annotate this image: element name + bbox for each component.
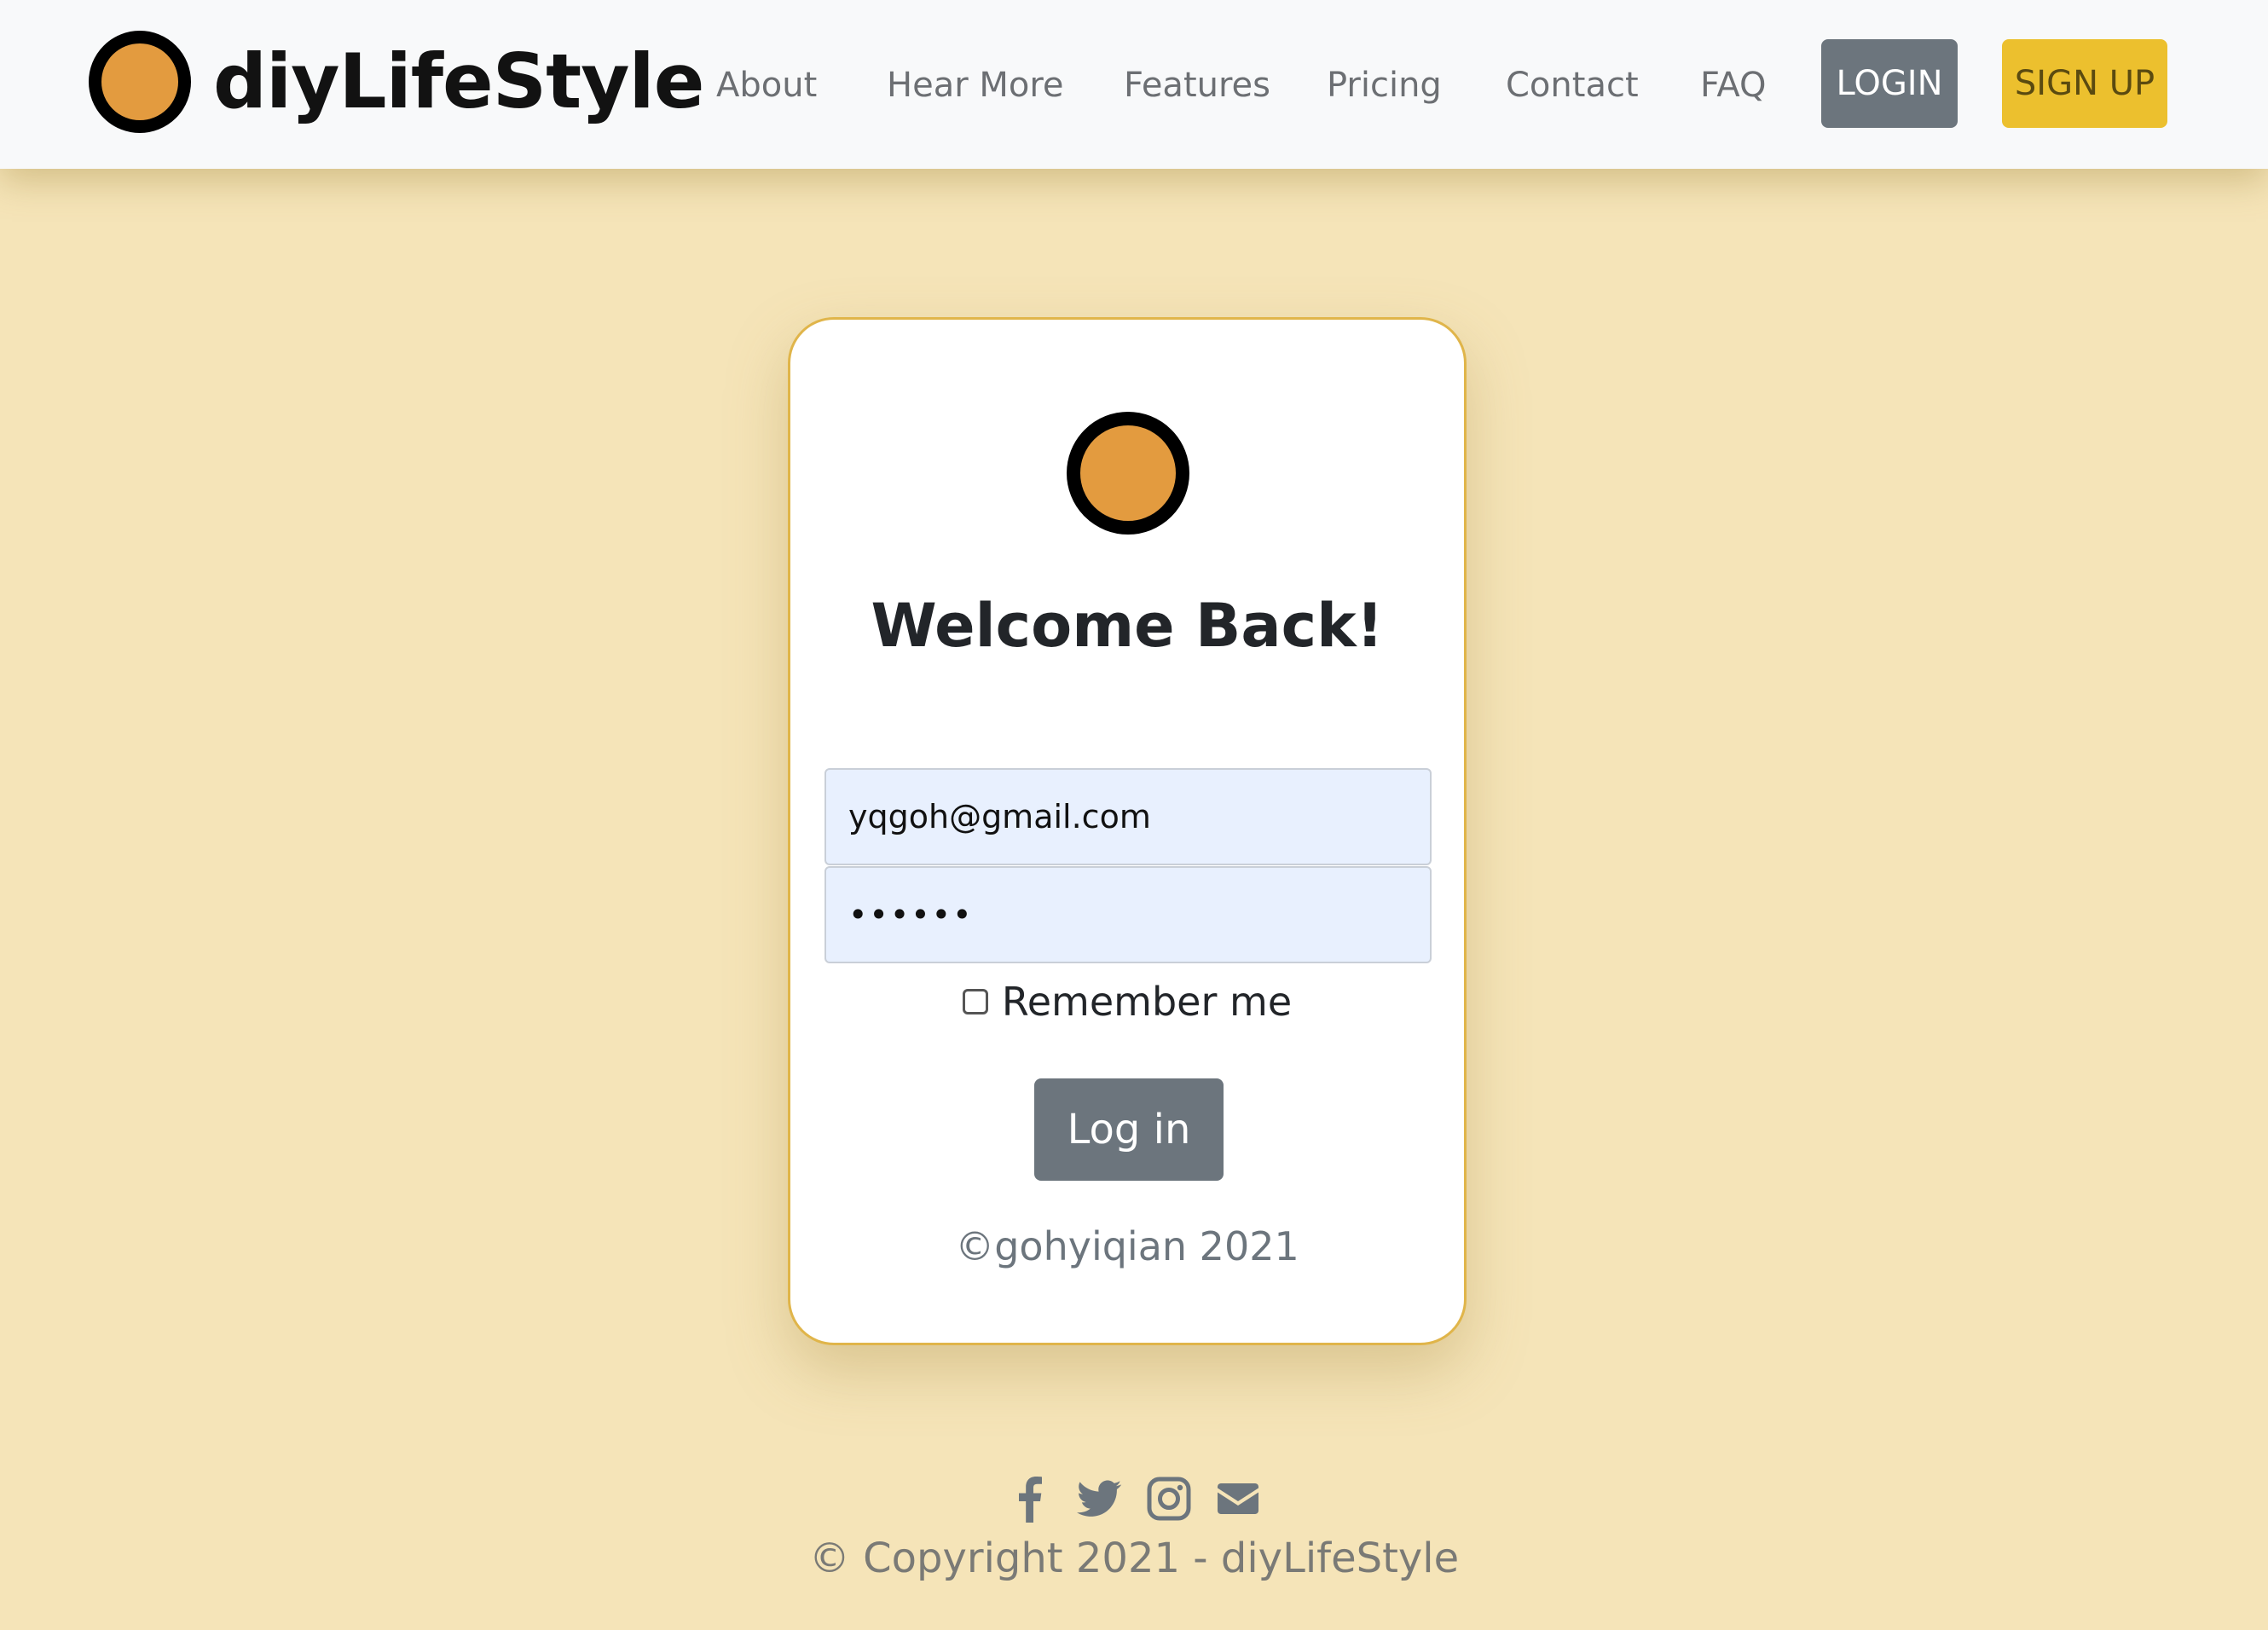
login-title: Welcome Back! — [871, 591, 1384, 661]
nav-pricing[interactable]: Pricing — [1327, 60, 1442, 111]
login-button[interactable]: LOGIN — [1821, 39, 1958, 128]
email-field[interactable]: yqgoh@gmail.com — [824, 768, 1432, 865]
nav-features[interactable]: Features — [1124, 60, 1270, 111]
login-card: Welcome Back! yqgoh@gmail.com •••••• Rem… — [788, 317, 1467, 1345]
nav-contact[interactable]: Contact — [1506, 60, 1639, 111]
brand-link[interactable]: diyLifeStyle — [89, 29, 704, 135]
remember-me-checkbox[interactable] — [962, 989, 988, 1014]
social-links — [1006, 1473, 1262, 1524]
envelope-icon[interactable] — [1214, 1475, 1262, 1523]
remember-me-label[interactable]: Remember me — [1002, 979, 1292, 1025]
card-logo-icon — [1067, 412, 1189, 535]
log-in-button[interactable]: Log in — [1034, 1078, 1224, 1181]
email-value: yqgoh@gmail.com — [848, 798, 1151, 835]
nav-about[interactable]: About — [716, 60, 817, 111]
password-field[interactable]: •••••• — [824, 866, 1432, 963]
top-navbar: diyLifeStyle About Hear More Features Pr… — [0, 0, 2268, 169]
brand-name: diyLifeStyle — [213, 38, 704, 125]
remember-me-row: Remember me — [790, 976, 1464, 1027]
facebook-icon[interactable] — [1006, 1475, 1054, 1523]
password-value: •••••• — [848, 896, 974, 933]
page-copyright: © Copyright 2021 - diyLifeStyle — [808, 1535, 1460, 1582]
nav-hear-more[interactable]: Hear More — [887, 60, 1064, 111]
twitter-icon[interactable] — [1075, 1475, 1123, 1523]
signup-button[interactable]: SIGN UP — [2002, 39, 2167, 128]
instagram-icon[interactable] — [1145, 1475, 1193, 1523]
brand-logo-icon — [89, 31, 191, 133]
nav-faq[interactable]: FAQ — [1700, 60, 1766, 111]
card-copyright: ©gohyiqian 2021 — [955, 1223, 1299, 1269]
